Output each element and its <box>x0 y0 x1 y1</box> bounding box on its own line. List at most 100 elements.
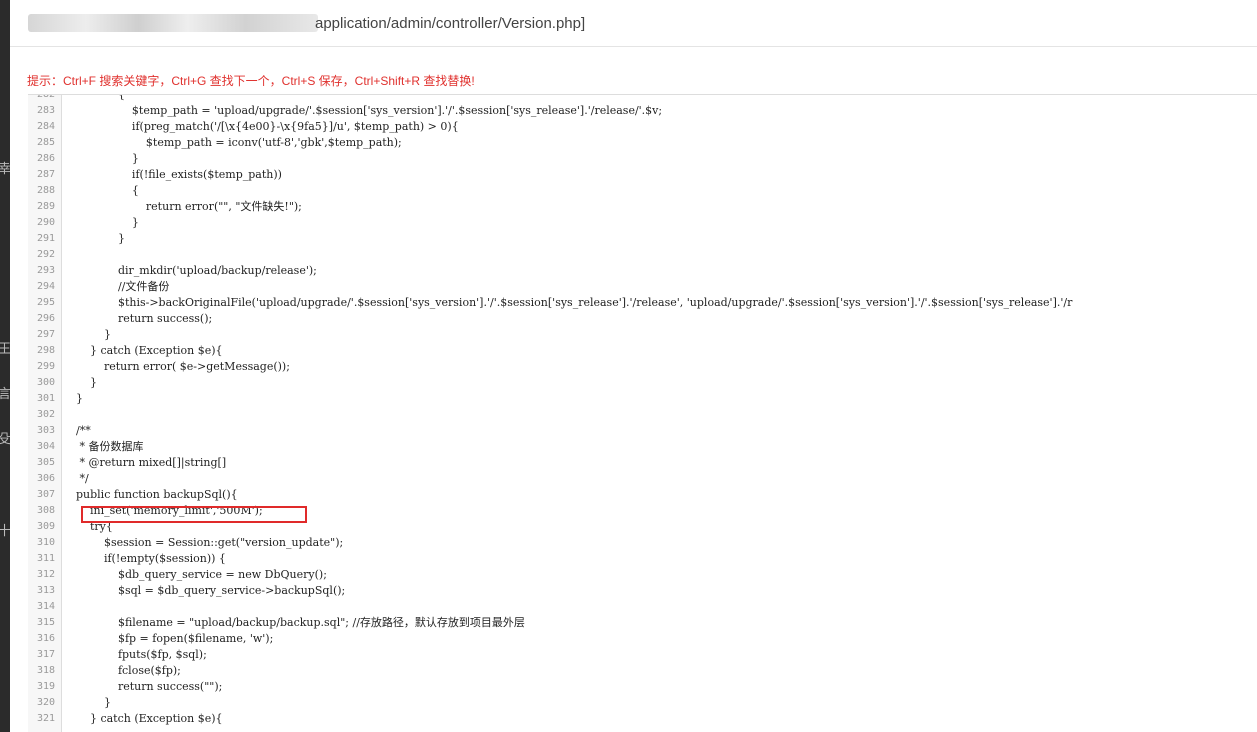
code-text: { <box>62 184 139 197</box>
code-text: } <box>62 152 139 165</box>
code-text: } <box>62 232 125 245</box>
line-number: 304 <box>36 441 55 452</box>
line-number: 301 <box>36 393 55 404</box>
code-text: fputs($fp, $sql); <box>62 648 207 661</box>
line-number: 294 <box>36 281 55 292</box>
code-line[interactable]: 311 if(!empty($session)) { <box>28 551 1257 567</box>
code-line[interactable]: 305 * @return mixed[]|string[] <box>28 455 1257 471</box>
code-line[interactable]: 286 } <box>28 151 1257 167</box>
code-text: fclose($fp); <box>62 664 181 677</box>
code-line[interactable]: 288 { <box>28 183 1257 199</box>
file-path-title: application/admin/controller/Version.php… <box>315 15 586 32</box>
code-line[interactable]: 320 } <box>28 695 1257 711</box>
code-text: } catch (Exception $e){ <box>62 344 223 357</box>
shortcut-hint: 提示：Ctrl+F 搜索关键字，Ctrl+G 查找下一个，Ctrl+S 保存，C… <box>27 74 475 88</box>
code-line[interactable]: 316 $fp = fopen($filename, 'w'); <box>28 631 1257 647</box>
code-line[interactable]: 304 * 备份数据库 <box>28 439 1257 455</box>
code-line[interactable]: 302 <box>28 407 1257 423</box>
code-text: * @return mixed[]|string[] <box>62 456 227 469</box>
line-number: 307 <box>36 489 55 500</box>
code-text: $this->backOriginalFile('upload/upgrade/… <box>62 296 1073 309</box>
code-line[interactable]: 284 if(preg_match('/[\x{4e00}-\x{9fa5}]/… <box>28 119 1257 135</box>
code-line[interactable]: 285 $temp_path = iconv('utf-8','gbk',$te… <box>28 135 1257 151</box>
code-line[interactable]: 321 } catch (Exception $e){ <box>28 711 1257 727</box>
code-line[interactable]: 297 } <box>28 327 1257 343</box>
line-number: 296 <box>36 313 55 324</box>
code-text: } <box>62 376 97 389</box>
line-number: 306 <box>36 473 55 484</box>
code-line[interactable]: 291 } <box>28 231 1257 247</box>
code-line[interactable]: 312 $db_query_service = new DbQuery(); <box>28 567 1257 583</box>
code-line[interactable]: 313 $sql = $db_query_service->backupSql(… <box>28 583 1257 599</box>
code-text: return success(""); <box>62 680 223 693</box>
code-text: if(!file_exists($temp_path)) <box>62 168 282 181</box>
code-text: $db_query_service = new DbQuery(); <box>62 568 327 581</box>
line-number: 314 <box>36 601 55 612</box>
line-number: 320 <box>36 697 55 708</box>
code-line[interactable]: 292 <box>28 247 1257 263</box>
line-number: 292 <box>36 249 55 260</box>
line-number: 300 <box>36 377 55 388</box>
code-line[interactable]: 298 } catch (Exception $e){ <box>28 343 1257 359</box>
line-number: 285 <box>36 137 55 148</box>
code-text: /** <box>62 424 91 437</box>
code-line[interactable]: 299 return error( $e->getMessage()); <box>28 359 1257 375</box>
code-line[interactable]: 300 } <box>28 375 1257 391</box>
line-number: 289 <box>36 201 55 212</box>
line-number: 319 <box>36 681 55 692</box>
code-line[interactable]: 306 */ <box>28 471 1257 487</box>
line-number: 302 <box>36 409 55 420</box>
line-number: 308 <box>36 505 55 516</box>
code-line[interactable]: 287 if(!file_exists($temp_path)) <box>28 167 1257 183</box>
code-line[interactable]: 307 public function backupSql(){ <box>28 487 1257 503</box>
line-number: 321 <box>36 713 55 724</box>
code-line[interactable]: 283 $temp_path = 'upload/upgrade/'.$sess… <box>28 103 1257 119</box>
code-line[interactable]: 294 //文件备份 <box>28 279 1257 295</box>
code-line[interactable]: 303 /** <box>28 423 1257 439</box>
code-editor[interactable]: 282 {283 $temp_path = 'upload/upgrade/'.… <box>28 94 1257 732</box>
code-text: { <box>62 94 125 101</box>
code-text: return error("", "文件缺失!"); <box>62 200 302 213</box>
line-number: 310 <box>36 537 55 548</box>
line-number: 309 <box>36 521 55 532</box>
code-line[interactable]: 293 dir_mkdir('upload/backup/release'); <box>28 263 1257 279</box>
code-line[interactable]: 301 } <box>28 391 1257 407</box>
code-line[interactable]: 317 fputs($fp, $sql); <box>28 647 1257 663</box>
file-editor-panel: application/admin/controller/Version.php… <box>10 0 1257 732</box>
code-text: $temp_path = iconv('utf-8','gbk',$temp_p… <box>62 136 402 149</box>
code-text: $sql = $db_query_service->backupSql(); <box>62 584 346 597</box>
code-line[interactable]: 282 { <box>28 94 1257 103</box>
line-number: 288 <box>36 185 55 196</box>
code-line[interactable]: 319 return success(""); <box>28 679 1257 695</box>
line-number: 305 <box>36 457 55 468</box>
code-line[interactable]: 290 } <box>28 215 1257 231</box>
line-number: 282 <box>36 94 55 100</box>
line-number: 303 <box>36 425 55 436</box>
code-text: */ <box>62 472 89 485</box>
line-number: 287 <box>36 169 55 180</box>
line-number: 313 <box>36 585 55 596</box>
code-line[interactable]: 296 return success(); <box>28 311 1257 327</box>
code-line[interactable]: 314 <box>28 599 1257 615</box>
code-line[interactable]: 295 $this->backOriginalFile('upload/upgr… <box>28 295 1257 311</box>
code-text: } <box>62 328 111 341</box>
line-number: 295 <box>36 297 55 308</box>
code-text: * 备份数据库 <box>62 440 144 453</box>
line-number: 286 <box>36 153 55 164</box>
line-number: 318 <box>36 665 55 676</box>
line-number: 312 <box>36 569 55 580</box>
code-line[interactable]: 318 fclose($fp); <box>28 663 1257 679</box>
editor-title-bar: application/admin/controller/Version.php… <box>10 0 1257 47</box>
line-number: 283 <box>36 105 55 116</box>
code-line[interactable]: 289 return error("", "文件缺失!"); <box>28 199 1257 215</box>
line-number: 290 <box>36 217 55 228</box>
code-text: $filename = "upload/backup/backup.sql"; … <box>62 616 525 629</box>
code-text: $temp_path = 'upload/upgrade/'.$session[… <box>62 104 663 117</box>
line-number: 316 <box>36 633 55 644</box>
code-line[interactable]: 315 $filename = "upload/backup/backup.sq… <box>28 615 1257 631</box>
line-number: 315 <box>36 617 55 628</box>
code-line[interactable]: 310 $session = Session::get("version_upd… <box>28 535 1257 551</box>
code-text: } catch (Exception $e){ <box>62 712 223 725</box>
code-text: dir_mkdir('upload/backup/release'); <box>62 264 317 277</box>
line-number: 299 <box>36 361 55 372</box>
